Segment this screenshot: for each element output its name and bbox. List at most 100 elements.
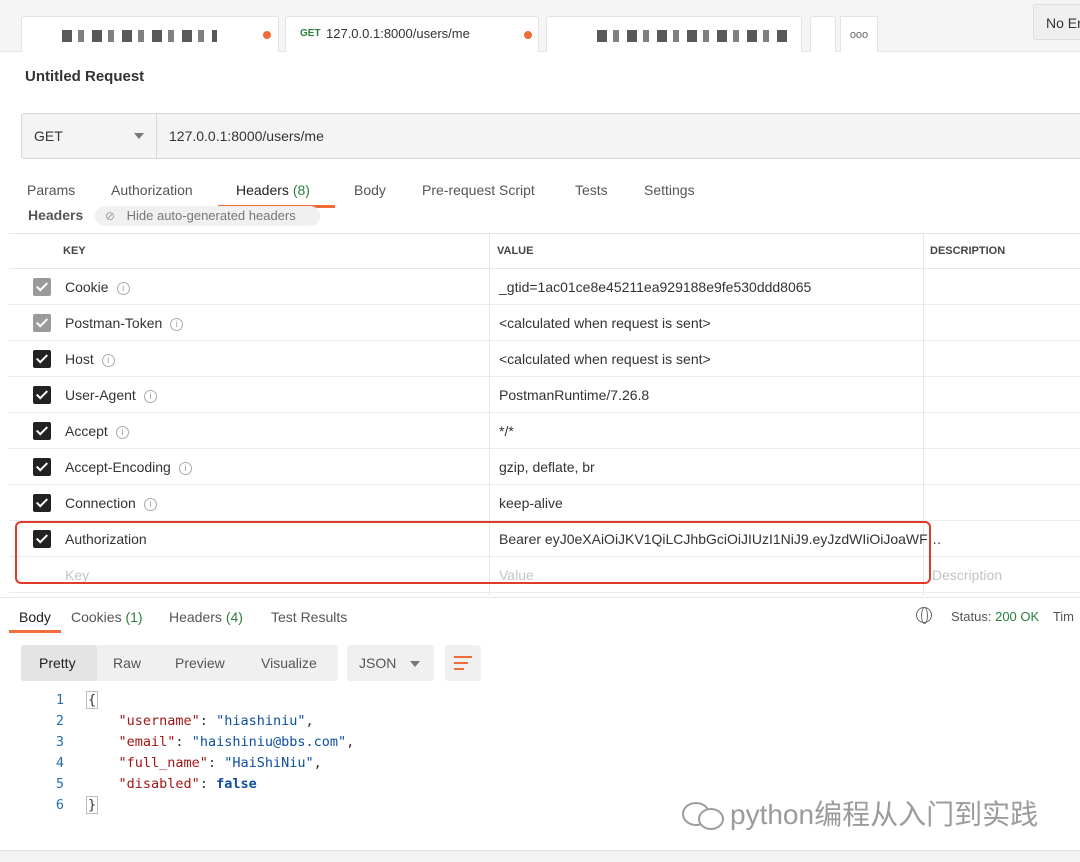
view-raw[interactable]: Raw [113,655,141,671]
header-value[interactable]: <calculated when request is sent> [499,351,711,367]
request-tab-4[interactable] [810,16,836,52]
tab-headers-count: (8) [292,182,310,198]
view-preview[interactable]: Preview [175,655,225,671]
hide-auto-headers-toggle[interactable]: ⊘ Hide auto-generated headers [95,206,320,226]
method-select[interactable]: GET [22,114,157,158]
line-number: 5 [55,776,64,792]
row-checkbox[interactable] [33,494,51,512]
tab-headers[interactable]: Headers (8) [236,182,310,198]
info-icon[interactable]: i [178,462,192,475]
row-checkbox[interactable] [33,458,51,476]
blurred-tab-title [62,30,217,42]
info-icon[interactable]: i [115,426,129,439]
header-key[interactable]: Host i [65,351,115,367]
info-icon[interactable]: i [101,354,115,367]
response-tab-test-results[interactable]: Test Results [271,609,347,625]
tab-url: 127.0.0.1:8000/users/me [326,26,470,41]
tab-pre-request-script[interactable]: Pre-request Script [422,182,535,198]
response-tab-headers-count: (4) [225,609,243,625]
request-title[interactable]: Untitled Request [25,68,144,85]
response-tab-cookies-label: Cookies [71,609,122,625]
header-value[interactable]: <calculated when request is sent> [499,315,711,331]
tab-tests[interactable]: Tests [575,182,608,198]
info-icon[interactable]: i [170,318,184,331]
row-checkbox[interactable] [33,386,51,404]
format-select[interactable]: JSON [347,645,434,681]
line-number: 6 [55,797,64,813]
header-value[interactable]: PostmanRuntime/7.26.8 [499,387,649,403]
info-icon[interactable]: i [143,498,157,511]
line-number: 2 [55,713,64,729]
header-value[interactable]: _gtid=1ac01ce8e45211ea929188e9fe530ddd80… [499,279,811,295]
column-key: KEY [63,245,86,257]
header-key[interactable]: User-Agent i [65,387,157,403]
status-bar [0,850,1080,862]
code-line: "full_name": "HaiShiNiu", [118,755,322,771]
row-checkbox[interactable] [33,314,51,332]
line-number: 4 [55,755,64,771]
chevron-down-icon [134,133,144,139]
hide-auto-headers-label: Hide auto-generated headers [126,208,296,223]
tab-body[interactable]: Body [354,182,386,198]
eye-slash-icon: ⊘ [105,209,116,223]
headers-section-label: Headers [28,207,84,223]
view-visualize[interactable]: Visualize [261,655,317,671]
environment-select[interactable]: No En [1033,4,1080,40]
watermark: python编程从入门到实践 [682,793,1038,833]
tab-headers-label: Headers [236,182,289,198]
line-number: 3 [55,734,64,750]
more-tabs-button[interactable]: ooo [840,16,878,52]
request-tab-1[interactable] [21,16,279,52]
header-value[interactable]: keep-alive [499,495,563,511]
request-tab-strip: GET 127.0.0.1:8000/users/me ooo No En [0,0,1080,52]
table-row: Postman-Token i <calculated when request … [9,305,1080,341]
response-tab-headers[interactable]: Headers (4) [169,609,243,625]
response-tab-headers-label: Headers [169,609,222,625]
response-active-tab-indicator [9,630,61,633]
globe-icon[interactable] [916,607,932,624]
response-tab-cookies[interactable]: Cookies (1) [71,609,143,625]
table-row: Accept i */* [9,413,1080,449]
response-tab-body[interactable]: Body [19,609,51,625]
header-key[interactable]: Accept i [65,423,129,439]
table-row: Host i <calculated when request is sent> [9,341,1080,377]
line-number: 1 [55,692,64,708]
url-input[interactable]: 127.0.0.1:8000/users/me [169,128,324,144]
code-line: { [86,691,99,709]
info-icon[interactable]: i [116,282,130,295]
table-row: Connection i keep-alive [9,485,1080,521]
header-value[interactable]: gzip, deflate, br [499,459,595,475]
tab-settings[interactable]: Settings [644,182,695,198]
tab-params[interactable]: Params [27,182,75,198]
unsaved-dot-icon [263,31,271,39]
header-key[interactable]: Accept-Encoding i [65,459,192,475]
info-icon[interactable]: i [143,390,157,403]
column-description: DESCRIPTION [930,245,1006,257]
row-checkbox[interactable] [33,350,51,368]
code-line: } [86,796,99,814]
code-line: "disabled": false [118,776,257,792]
url-bar: GET 127.0.0.1:8000/users/me [21,113,1080,159]
view-pretty[interactable]: Pretty [39,655,76,671]
table-row: Cookie i _gtid=1ac01ce8e45211ea929188e9fe… [9,269,1080,305]
table-row: Accept-Encoding i gzip, deflate, br [9,449,1080,485]
unsaved-dot-icon [524,31,532,39]
wrap-lines-icon[interactable] [445,645,481,681]
column-value: VALUE [497,245,534,257]
row-checkbox[interactable] [33,278,51,296]
header-key[interactable]: Connection i [65,495,157,511]
header-key[interactable]: Cookie i [65,279,130,295]
format-label: JSON [359,655,397,671]
method-label: GET [34,128,63,144]
request-tab-3[interactable] [546,16,802,52]
request-tab-active[interactable]: GET 127.0.0.1:8000/users/me [285,16,539,52]
row-checkbox[interactable] [33,422,51,440]
blurred-tab-title [597,30,787,42]
time-label: Tim [1052,609,1074,624]
new-description-input[interactable]: Description [932,567,1002,583]
table-header-row: KEY VALUE DESCRIPTION [9,233,1080,269]
status-label: Status: [951,609,992,624]
header-value[interactable]: */* [499,423,514,439]
tab-authorization[interactable]: Authorization [111,182,193,198]
header-key[interactable]: Postman-Token i [65,315,184,331]
